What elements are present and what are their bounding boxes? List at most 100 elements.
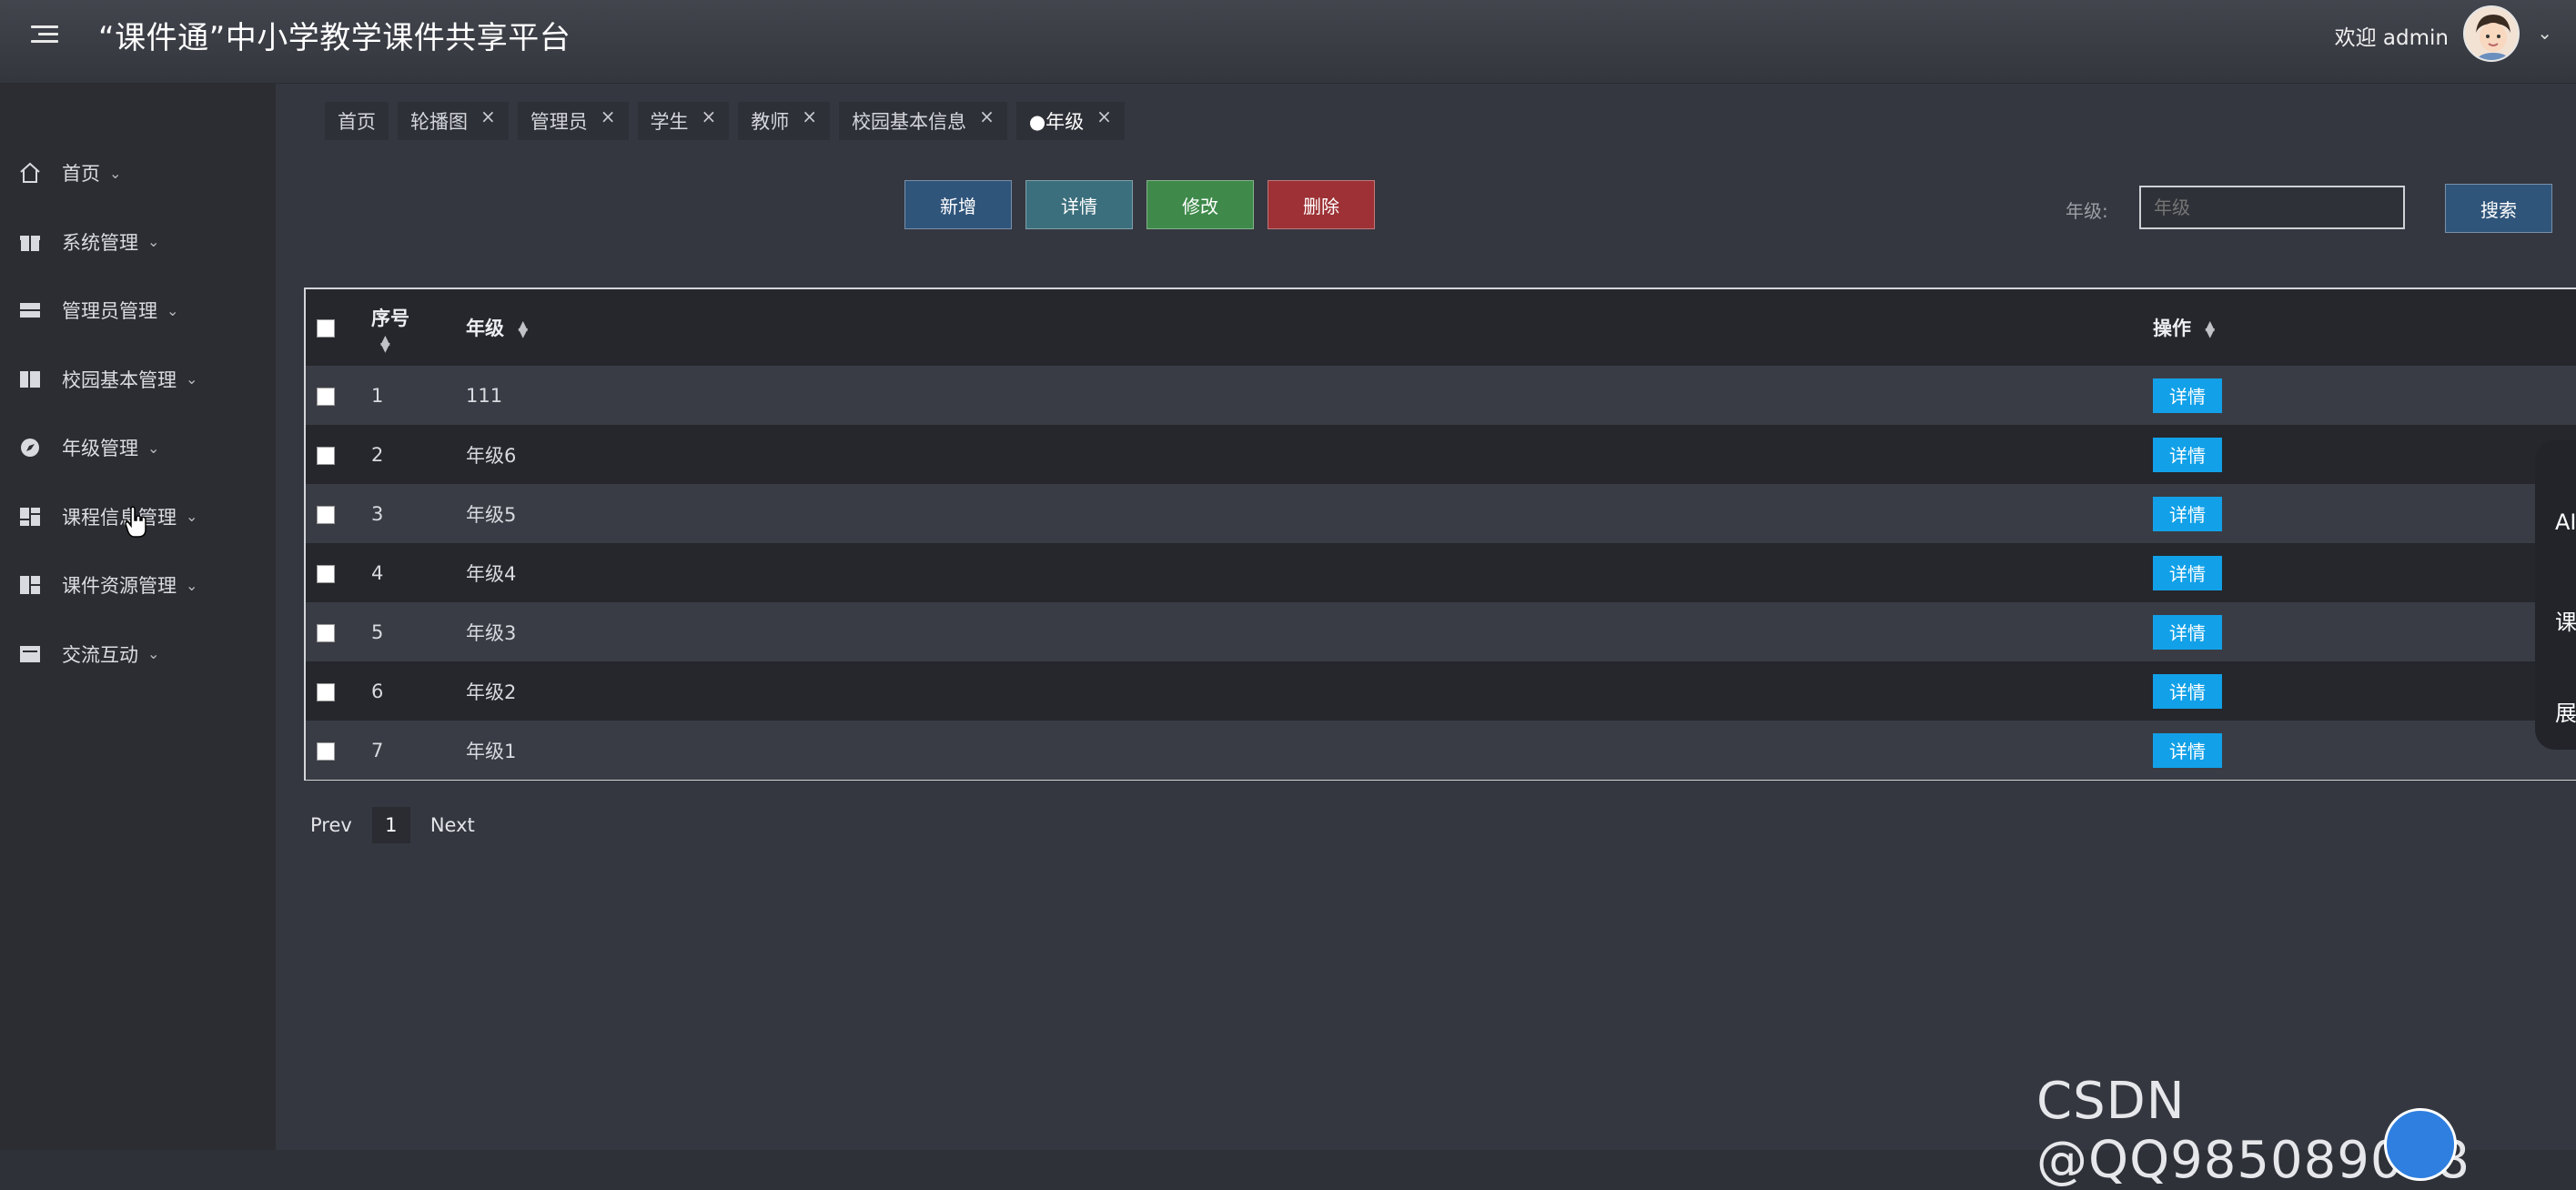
chevron-down-icon: ⌄ (109, 164, 122, 182)
row-checkbox[interactable] (317, 682, 335, 701)
action-column-header[interactable]: 操作 (2153, 318, 2191, 339)
index-column-header[interactable]: 序号 (371, 304, 409, 331)
sidebar-item-label: 课程信息管理 (62, 506, 177, 529)
floating-tool-panel: AI 课展 (2535, 440, 2576, 750)
row-index: 4 (371, 561, 384, 584)
chevron-down-icon: ⌄ (147, 233, 160, 250)
server-icon (16, 297, 44, 324)
table-row: 5 年级3 详情 (306, 602, 2576, 661)
sidebar-item-label: 年级管理 (62, 438, 138, 459)
sidebar-item-3[interactable]: 校园基本管理 ⌄ (16, 361, 262, 398)
close-icon[interactable]: × (802, 106, 817, 127)
main-content: 首页 轮播图 × 管理员 × 学生 × 教师 × 校园基本信息 × ●年级 × 新增 详情 修改 删除 … (276, 84, 2576, 1150)
row-checkbox[interactable] (317, 623, 335, 642)
chevron-down-icon[interactable]: ⌄ (2537, 22, 2552, 44)
float-panel-item-0[interactable]: AI (2555, 509, 2576, 535)
prev-page-link[interactable]: Prev (310, 814, 352, 836)
grade-column-header[interactable]: 年级 (466, 318, 504, 339)
select-all-checkbox[interactable] (317, 319, 335, 338)
row-detail-button[interactable]: 详情 (2153, 496, 2222, 531)
sidebar-item-label: 交流互动 (62, 643, 138, 666)
next-page-link[interactable]: Next (430, 814, 475, 836)
row-index: 2 (371, 443, 384, 466)
row-grade: 年级2 (466, 681, 517, 703)
row-detail-button[interactable]: 详情 (2153, 437, 2222, 472)
sidebar-item-6[interactable]: 课件资源管理 ⌄ (16, 567, 262, 603)
row-grade: 年级6 (466, 444, 517, 467)
row-checkbox[interactable] (317, 446, 335, 465)
search-label: 年级: (2066, 200, 2108, 222)
row-detail-button[interactable]: 详情 (2153, 732, 2222, 768)
close-icon[interactable]: × (979, 106, 995, 127)
delete-button[interactable]: 删除 (1268, 180, 1375, 229)
tab-label: 管理员 (530, 111, 588, 133)
sidebar-item-7[interactable]: 交流互动 ⌄ (16, 636, 262, 672)
row-checkbox[interactable] (317, 564, 335, 583)
float-panel-item-2[interactable]: 展 (2555, 695, 2576, 727)
row-index: 7 (371, 739, 384, 761)
table-row: 1 111 详情 (306, 366, 2576, 425)
row-detail-button[interactable]: 详情 (2153, 555, 2222, 590)
close-icon[interactable]: × (702, 106, 717, 127)
tab-0[interactable]: 首页 (325, 102, 389, 140)
sort-icon[interactable]: ▲ ▼ (380, 334, 390, 354)
add-button[interactable]: 新增 (904, 180, 1012, 229)
row-detail-button[interactable]: 详情 (2153, 614, 2222, 650)
tab-3[interactable]: 学生 × (637, 102, 730, 140)
sidebar-item-label: 课件资源管理 (62, 575, 177, 597)
sidebar-item-0[interactable]: 首页 ⌄ (16, 155, 262, 191)
tab-1[interactable]: 轮播图 × (398, 102, 509, 140)
float-panel-item-1[interactable]: 课 (2555, 604, 2576, 636)
tab-2[interactable]: 管理员 × (517, 102, 629, 140)
table-row: 7 年级1 详情 (306, 721, 2576, 780)
grid-icon (16, 571, 44, 599)
row-detail-button[interactable]: 详情 (2153, 378, 2222, 413)
chevron-down-icon: ⌄ (167, 301, 179, 319)
pagination: Prev 1 Next (310, 807, 475, 843)
hamburger-menu-icon[interactable] (31, 20, 58, 47)
sidebar-item-1[interactable]: 系统管理 ⌄ (16, 224, 262, 260)
row-grade: 年级4 (466, 562, 517, 585)
row-grade: 年级3 (466, 621, 517, 644)
chevron-down-icon: ⌄ (186, 508, 198, 525)
compass-icon (16, 434, 44, 461)
tab-4[interactable]: 教师 × (738, 102, 831, 140)
app-title: “课件通”中小学教学课件共享平台 (98, 20, 571, 56)
detail-button[interactable]: 详情 (1025, 180, 1133, 229)
avatar[interactable] (2463, 5, 2520, 62)
grade-table: 序号 ▲ ▼ 年级 ▲ ▼ 操作 ▲ ▼ 1 111 详情 2 年级6 详情 3 年级5 详情 4 年级4… (304, 287, 2576, 781)
sort-icon[interactable]: ▲ ▼ (2205, 319, 2215, 339)
row-checkbox[interactable] (317, 505, 335, 524)
tab-5[interactable]: 校园基本信息 × (839, 102, 1007, 140)
tab-label: 学生 (650, 111, 689, 133)
user-avatar-icon (2465, 7, 2518, 60)
row-grade: 年级1 (466, 740, 517, 762)
search-button[interactable]: 搜索 (2445, 184, 2552, 233)
grade-search-input[interactable] (2139, 186, 2405, 229)
welcome-text: 欢迎 admin (2334, 26, 2449, 50)
sort-icon[interactable]: ▲ ▼ (518, 319, 528, 339)
hand-cursor-icon (125, 506, 146, 538)
columns-icon (16, 366, 44, 393)
row-checkbox[interactable] (317, 741, 335, 761)
close-icon[interactable]: × (1096, 106, 1112, 127)
sidebar-item-4[interactable]: 年级管理 ⌄ (16, 429, 262, 466)
sidebar-item-label: 首页 (62, 163, 100, 185)
close-icon[interactable]: × (601, 106, 616, 127)
tab-label: 教师 (751, 111, 790, 133)
tab-bar: 首页 轮播图 × 管理员 × 学生 × 教师 × 校园基本信息 × ●年级 × (325, 102, 1125, 140)
row-checkbox[interactable] (317, 387, 335, 406)
chevron-down-icon: ⌄ (186, 576, 198, 594)
table-header-row: 序号 ▲ ▼ 年级 ▲ ▼ 操作 ▲ ▼ (306, 289, 2576, 366)
row-detail-button[interactable]: 详情 (2153, 673, 2222, 709)
watermark: CSDN @QQ985089028 (2036, 1072, 2470, 1190)
close-icon[interactable]: × (480, 106, 496, 127)
tab-6[interactable]: ●年级 × (1015, 102, 1125, 140)
sidebar-item-label: 系统管理 (62, 231, 138, 254)
sidebar-item-2[interactable]: 管理员管理 ⌄ (16, 292, 262, 328)
chevron-down-icon: ⌄ (186, 370, 198, 388)
message-icon (16, 640, 44, 668)
clock-badge-icon (2384, 1108, 2457, 1181)
edit-button[interactable]: 修改 (1147, 180, 1254, 229)
page-number-button[interactable]: 1 (371, 807, 410, 843)
